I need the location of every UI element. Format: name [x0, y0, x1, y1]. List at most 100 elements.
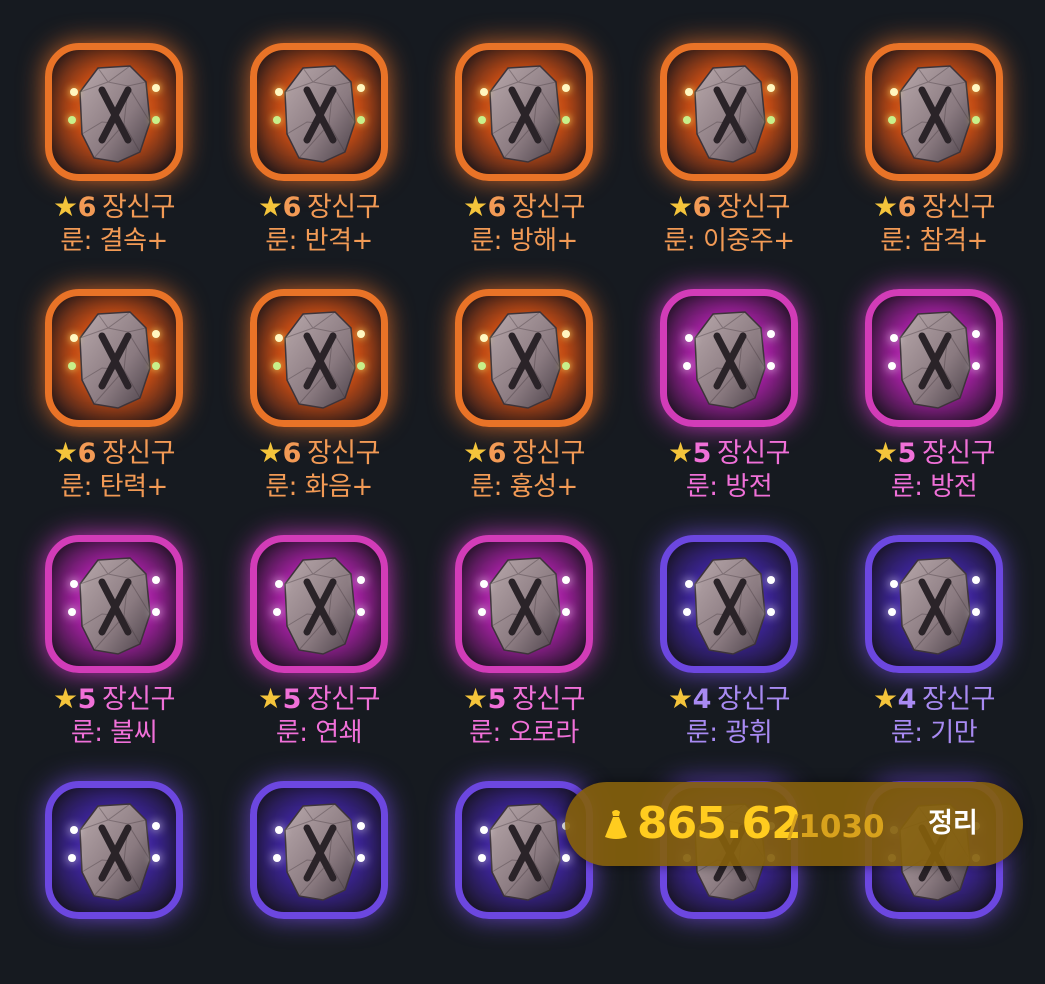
sparkle-icon	[357, 608, 365, 616]
sparkle-icon	[972, 608, 980, 616]
sparkle-icon	[275, 334, 283, 342]
accessory-slot[interactable]	[0, 738, 205, 984]
accessory-slot[interactable]: ★4 장신구 룬: 광휘	[615, 492, 820, 748]
sparkle-icon	[972, 576, 980, 584]
accessory-slot[interactable]: ★6 장신구 룬: 탄력+	[0, 246, 205, 502]
accessory-slot[interactable]: ★6 장신구 룬: 이중주+	[615, 0, 820, 256]
accessory-slot[interactable]: ★5 장신구 룬: 방전	[615, 246, 820, 502]
sparkle-icon	[273, 116, 281, 124]
sparkle-icon	[273, 854, 281, 862]
star-level: 6	[487, 192, 507, 223]
sparkle-icon	[480, 88, 488, 96]
accessory-slot[interactable]: ★6 장신구 룬: 참격+	[820, 0, 1025, 256]
sparkle-icon	[562, 608, 570, 616]
rune-stone-x-icon	[694, 557, 766, 655]
item-title: ★6 장신구	[205, 185, 433, 224]
sparkle-icon	[70, 88, 78, 96]
item-name: 장신구	[716, 684, 791, 715]
sparkle-icon	[357, 362, 365, 370]
accessory-slot[interactable]	[205, 738, 410, 984]
sparkle-icon	[478, 362, 486, 370]
item-name: 장신구	[511, 438, 586, 469]
sparkle-icon	[152, 608, 160, 616]
item-frame	[45, 43, 183, 181]
sparkle-icon	[890, 88, 898, 96]
sparkle-icon	[685, 580, 693, 588]
sparkle-icon	[478, 116, 486, 124]
sparkle-icon	[68, 116, 76, 124]
item-title: ★6 장신구	[615, 185, 843, 224]
item-name: 장신구	[306, 438, 381, 469]
item-title: ★5 장신구	[0, 677, 228, 716]
accessory-slot[interactable]: ★5 장신구 룬: 오로라	[410, 492, 615, 748]
accessory-slot[interactable]: ★5 장신구 룬: 방전	[820, 246, 1025, 502]
sparkle-icon	[152, 822, 160, 830]
accessory-slot[interactable]: ★6 장신구 룬: 흉성+	[410, 246, 615, 502]
sparkle-icon	[888, 362, 896, 370]
sparkle-icon	[562, 84, 570, 92]
sparkle-icon	[562, 362, 570, 370]
sparkle-icon	[683, 116, 691, 124]
rune-stone-x-icon	[899, 311, 971, 409]
sparkle-icon	[890, 334, 898, 342]
sparkle-icon	[972, 84, 980, 92]
accessory-slot[interactable]: ★6 장신구 룬: 결속+	[0, 0, 205, 256]
star-level: 6	[487, 438, 507, 469]
sparkle-icon	[70, 580, 78, 588]
sparkle-icon	[767, 362, 775, 370]
rune-stone-x-icon	[899, 65, 971, 163]
sparkle-icon	[480, 334, 488, 342]
star-icon: ★	[463, 190, 488, 223]
inventory-weight-bar: 865.62 /1030 정리	[565, 782, 1023, 866]
sparkle-icon	[562, 576, 570, 584]
item-frame	[660, 289, 798, 427]
star-icon: ★	[873, 436, 898, 469]
item-title: ★5 장신구	[615, 431, 843, 470]
rune-stone-x-icon	[284, 65, 356, 163]
star-icon: ★	[668, 190, 693, 223]
star-level: 4	[692, 684, 712, 715]
sparkle-icon	[562, 854, 570, 862]
sparkle-icon	[68, 854, 76, 862]
item-frame	[660, 43, 798, 181]
accessory-slot[interactable]: ★5 장신구 룬: 불씨	[0, 492, 205, 748]
item-name: 장신구	[306, 684, 381, 715]
star-icon: ★	[463, 682, 488, 715]
item-title: ★6 장신구	[820, 185, 1045, 224]
star-icon: ★	[463, 436, 488, 469]
accessory-slot[interactable]: ★5 장신구 룬: 연쇄	[205, 492, 410, 748]
sparkle-icon	[767, 608, 775, 616]
sparkle-icon	[480, 826, 488, 834]
sparkle-icon	[357, 84, 365, 92]
sparkle-icon	[972, 116, 980, 124]
sparkle-icon	[562, 116, 570, 124]
star-icon: ★	[53, 682, 78, 715]
rune-stone-x-icon	[489, 65, 561, 163]
accessory-slot[interactable]: ★6 장신구 룬: 반격+	[205, 0, 410, 256]
item-name: 장신구	[306, 192, 381, 223]
sparkle-icon	[273, 362, 281, 370]
item-title: ★4 장신구	[820, 677, 1045, 716]
rune-stone-x-icon	[79, 557, 151, 655]
rune-stone-x-icon	[284, 311, 356, 409]
item-name: 장신구	[716, 438, 791, 469]
accessory-slot[interactable]: ★6 장신구 룬: 화음+	[205, 246, 410, 502]
sort-button[interactable]: 정리	[913, 804, 993, 844]
item-frame	[250, 289, 388, 427]
sparkle-icon	[685, 334, 693, 342]
item-title: ★4 장신구	[615, 677, 843, 716]
item-name: 장신구	[101, 438, 176, 469]
item-name: 장신구	[716, 192, 791, 223]
sparkle-icon	[68, 608, 76, 616]
sparkle-icon	[275, 580, 283, 588]
sparkle-icon	[685, 88, 693, 96]
accessory-slot[interactable]: ★6 장신구 룬: 방해+	[410, 0, 615, 256]
rune-stone-x-icon	[694, 311, 766, 409]
sparkle-icon	[890, 580, 898, 588]
accessory-slot[interactable]: ★4 장신구 룬: 기만	[820, 492, 1025, 748]
sparkle-icon	[767, 576, 775, 584]
accessory-slot[interactable]	[410, 738, 615, 984]
sparkle-icon	[357, 576, 365, 584]
sparkle-icon	[152, 330, 160, 338]
sparkle-icon	[357, 854, 365, 862]
